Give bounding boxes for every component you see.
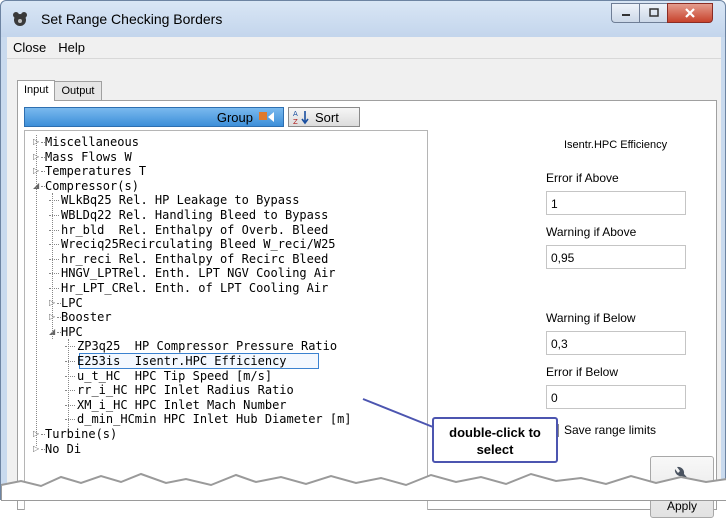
tree-item[interactable]: hr_reci Rel. Enthalpy of Recirc Bleed <box>61 252 328 266</box>
callout-pointer <box>362 398 434 428</box>
save-range-limits-row[interactable]: Save range limits <box>546 423 656 437</box>
error-above-input[interactable]: 1 <box>546 191 686 215</box>
tree-item[interactable]: HPC <box>61 325 83 339</box>
expand-icon[interactable]: ▷ <box>49 310 57 324</box>
svg-text:A: A <box>293 110 298 118</box>
sort-button-label: Sort <box>315 109 339 125</box>
warning-below-input[interactable]: 0,3 <box>546 331 686 355</box>
expand-icon[interactable]: ▷ <box>33 150 41 164</box>
range-settings-panel: Isentr.HPC Efficiency Error if Above 1 W… <box>538 101 718 518</box>
tree-item[interactable]: Turbine(s) <box>45 427 117 441</box>
menu-bar: Close Help <box>7 37 721 59</box>
tree-connector <box>49 200 59 202</box>
tree-item-selected[interactable]: E253is Isentr.HPC Efficiency <box>77 354 287 368</box>
tree-item[interactable]: rr_i_HC HPC Inlet Radius Ratio <box>77 383 294 397</box>
callout-line-1: double-click to <box>449 425 541 440</box>
warning-above-input[interactable]: 0,95 <box>546 245 686 269</box>
tree-item[interactable]: Miscellaneous <box>45 135 139 149</box>
tree-item[interactable]: Temperatures T <box>45 164 146 178</box>
warning-below-label: Warning if Below <box>546 311 636 325</box>
menu-close[interactable]: Close <box>7 40 52 55</box>
torn-edge-decoration <box>1 472 726 501</box>
tree-connector <box>49 258 59 260</box>
maximize-icon <box>648 8 659 17</box>
instruction-callout: double-click to select <box>432 417 558 463</box>
tree-connector <box>65 361 75 362</box>
tree-connector <box>65 390 75 392</box>
selected-parameter-heading: Isentr.HPC Efficiency <box>564 139 668 151</box>
tree-item[interactable]: d_min_HCmin HPC Inlet Hub Diameter [m] <box>77 412 352 426</box>
tree-connector <box>65 375 75 377</box>
tree-item[interactable]: No Di <box>45 442 81 456</box>
group-icon <box>259 112 274 122</box>
tree-connector <box>65 346 75 348</box>
expand-icon[interactable]: ▷ <box>33 427 41 441</box>
save-range-limits-label: Save range limits <box>564 423 657 437</box>
title-bar[interactable]: Set Range Checking Borders <box>1 1 725 37</box>
tree-connector <box>49 229 59 231</box>
tree-connector <box>65 419 75 421</box>
tree-connector <box>49 215 59 216</box>
group-button[interactable]: Group <box>24 107 284 127</box>
error-above-label: Error if Above <box>546 171 619 185</box>
tree-item[interactable]: WLkBq25 Rel. HP Leakage to Bypass <box>61 193 299 207</box>
tree-item[interactable]: ZP3q25 HP Compressor Pressure Ratio <box>77 339 337 353</box>
tree-item[interactable]: HNGV_LPTRel. Enth. LPT NGV Cooling Air <box>61 266 336 280</box>
sort-button[interactable]: A Z Sort <box>288 107 360 127</box>
collapse-icon[interactable]: ◢ <box>49 325 57 339</box>
main-content: Input Output Group A Z Sort ▷ Miscellane… <box>7 59 721 518</box>
maximize-button[interactable] <box>639 3 667 23</box>
tree-item[interactable]: Hr_LPT_CRel. Enth. of LPT Cooling Air <box>61 281 328 295</box>
minimize-icon <box>621 14 630 16</box>
tree-item[interactable]: u_t_HC HPC Tip Speed [m/s] <box>77 369 272 383</box>
tree-connector <box>49 244 59 246</box>
tree-item[interactable]: LPC <box>61 296 83 310</box>
tab-strip: Input Output <box>17 79 102 101</box>
tree-connector <box>65 404 75 406</box>
callout-line-2: select <box>476 442 514 457</box>
tree-item[interactable]: WBLDq22 Rel. Handling Bleed to Bypass <box>61 208 328 222</box>
menu-help[interactable]: Help <box>52 40 91 55</box>
tree-item[interactable]: Wreciq25Recirculating Bleed W_reci/W25 <box>61 237 336 251</box>
svg-text:Z: Z <box>293 118 298 125</box>
expand-icon[interactable]: ▷ <box>33 164 41 178</box>
input-tab-panel: Group A Z Sort ▷ Miscellaneous ▷ Mass Flows… <box>17 100 718 518</box>
tab-output[interactable]: Output <box>54 81 102 100</box>
tree-guide-line <box>36 135 37 446</box>
parameter-tree[interactable]: ▷ Miscellaneous ▷ Mass Flows W ▷ Temperatures… <box>24 130 428 510</box>
tree-item[interactable]: Compressor(s) <box>45 179 139 193</box>
error-below-label: Error if Below <box>546 365 619 379</box>
close-icon <box>685 8 695 18</box>
apply-button-label: Apply <box>666 499 698 513</box>
collapse-icon[interactable]: ◢ <box>33 179 41 193</box>
window-title: Set Range Checking Borders <box>41 11 223 27</box>
tree-connector <box>49 288 59 289</box>
tree-item[interactable]: XM_i_HC HPC Inlet Mach Number <box>77 398 287 412</box>
expand-icon[interactable]: ▷ <box>33 135 41 149</box>
tree-guide-line <box>52 193 53 340</box>
error-below-input[interactable]: 0 <box>546 385 686 409</box>
app-window: Set Range Checking Borders Close Help In… <box>0 0 726 518</box>
expand-icon[interactable]: ▷ <box>49 296 57 310</box>
tab-input[interactable]: Input <box>17 80 56 101</box>
tree-item[interactable]: Booster <box>61 310 112 324</box>
group-button-label: Group <box>216 109 253 125</box>
close-window-button[interactable] <box>667 3 713 23</box>
expand-icon[interactable]: ▷ <box>33 442 41 456</box>
tree-item[interactable]: hr_bld Rel. Enthalpy of Overb. Bleed <box>61 223 328 237</box>
tree-item[interactable]: Mass Flows W <box>45 150 132 164</box>
sort-az-icon: A Z <box>293 110 309 125</box>
tree-connector <box>49 273 59 275</box>
tree-guide-line <box>68 339 69 427</box>
warning-above-label: Warning if Above <box>546 225 637 239</box>
minimize-button[interactable] <box>611 3 639 23</box>
app-icon <box>13 12 27 26</box>
